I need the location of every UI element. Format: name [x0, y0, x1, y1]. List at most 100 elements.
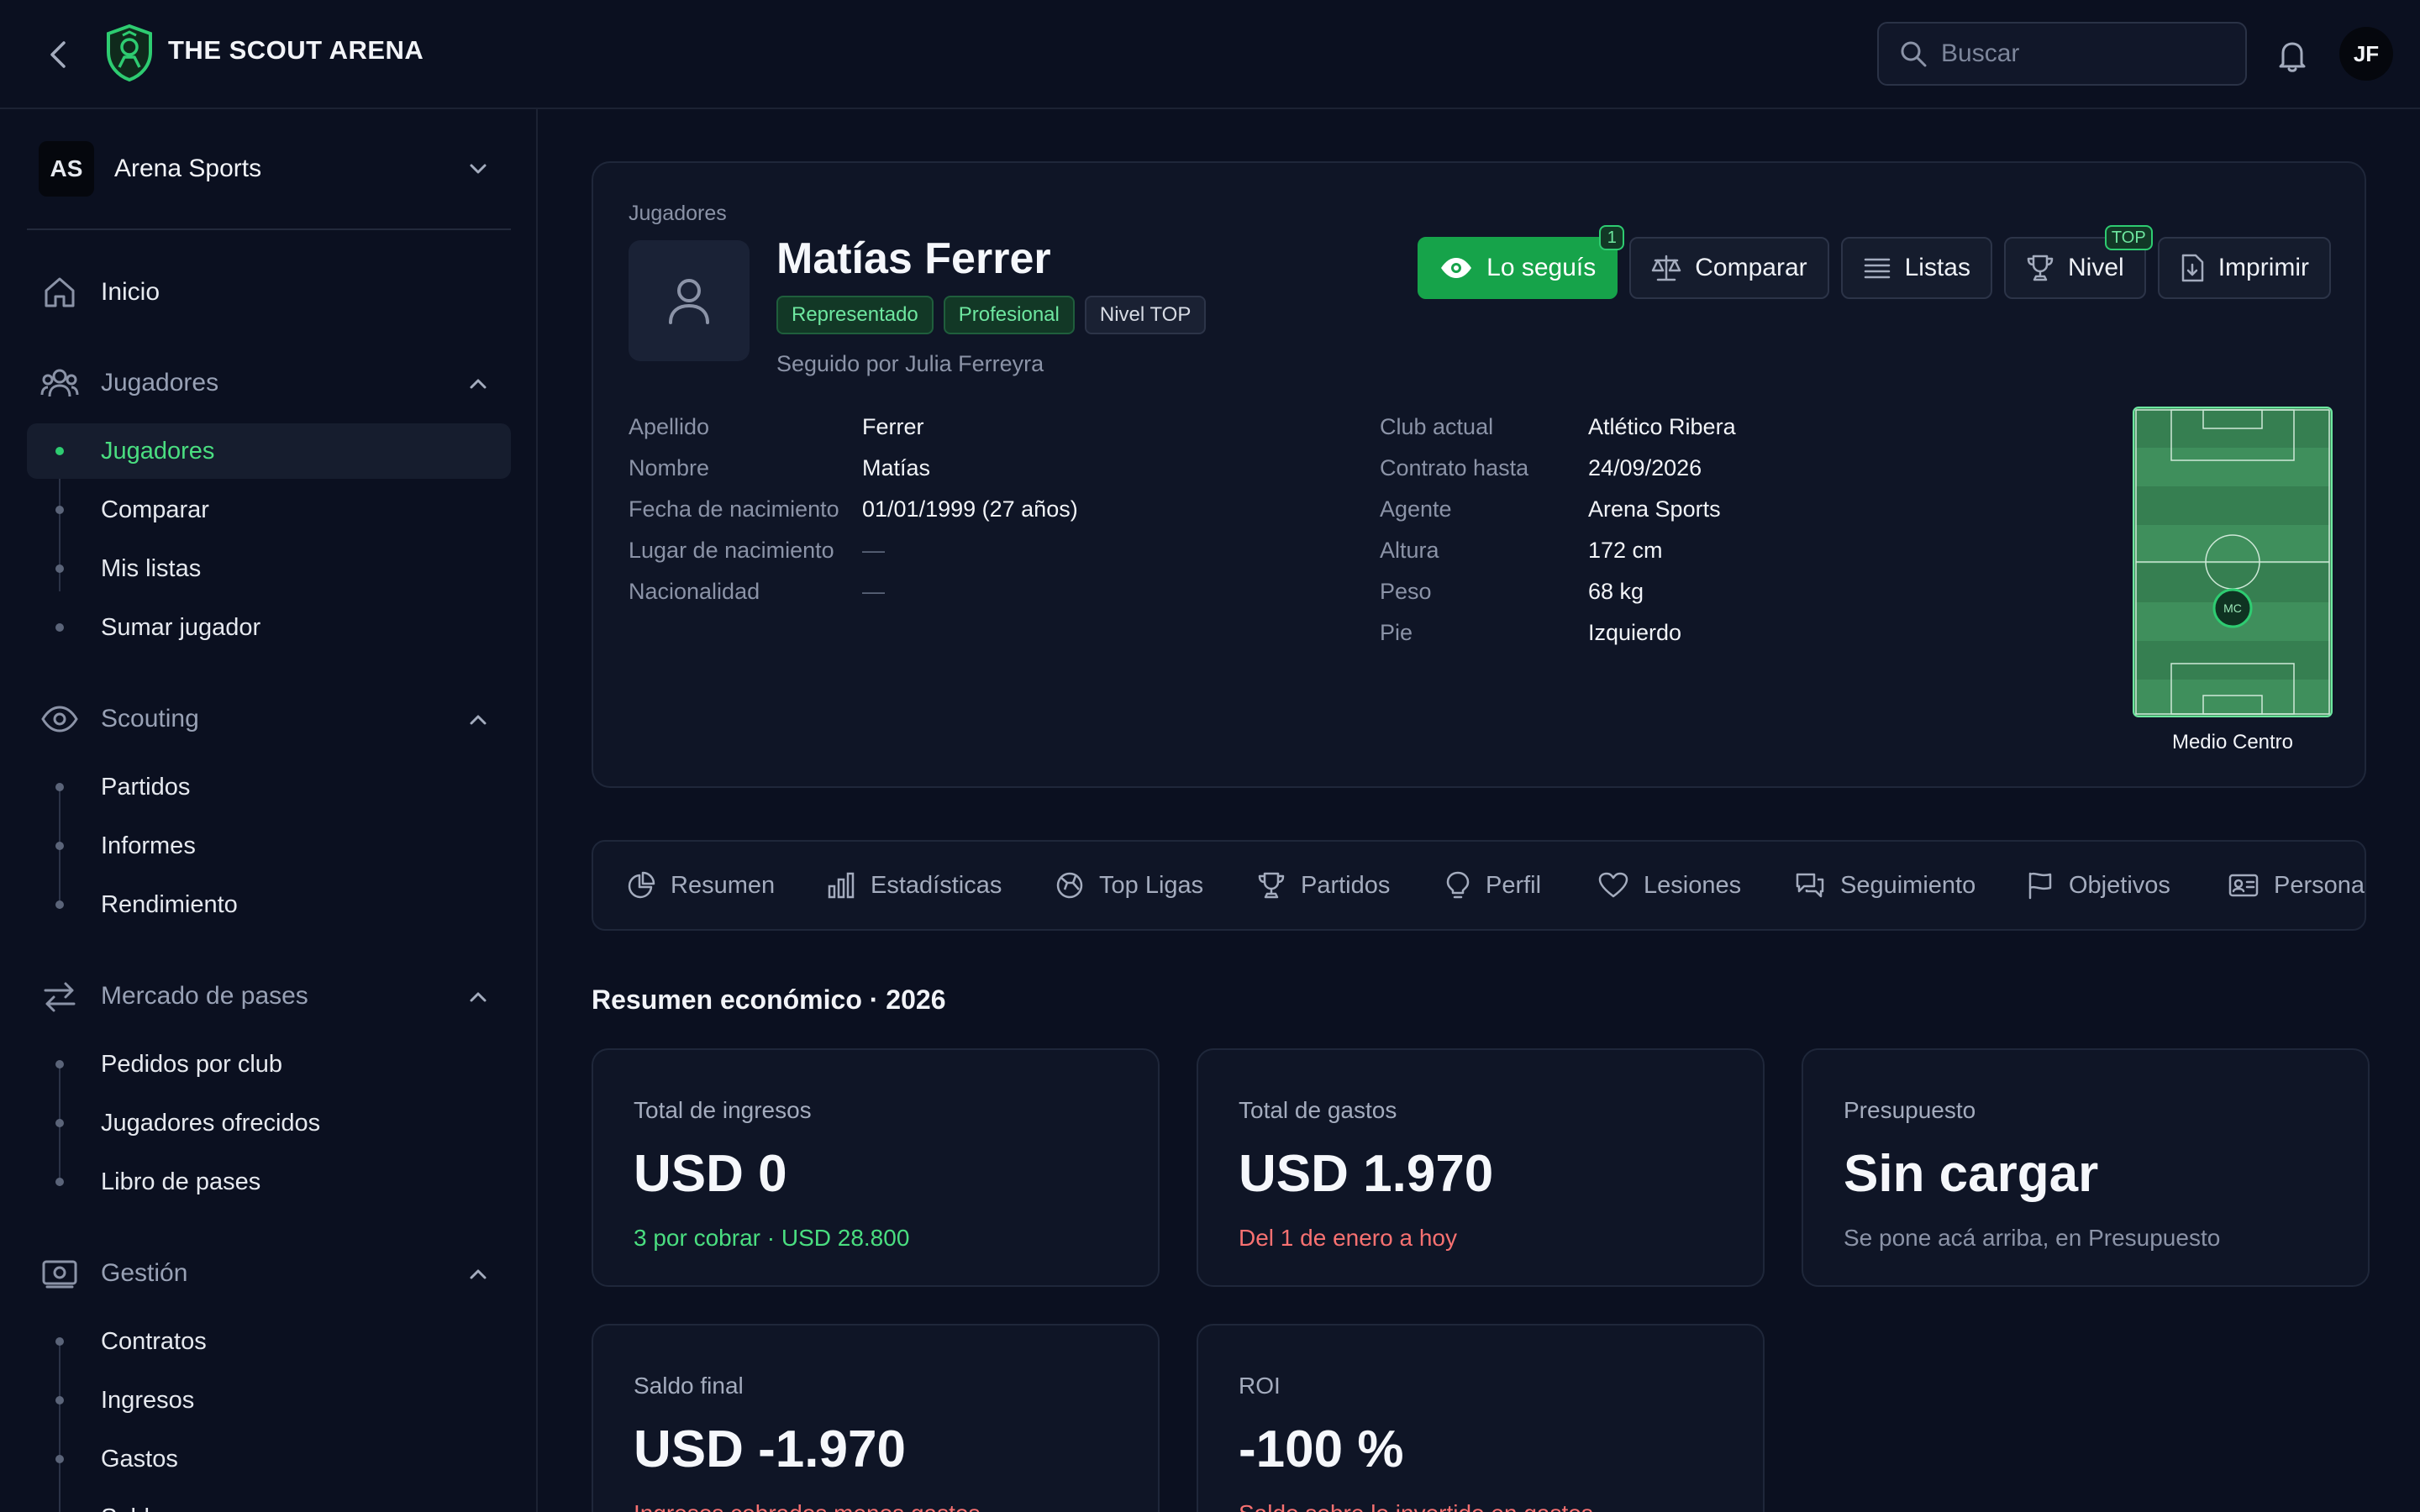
print-button[interactable]: Imprimir: [2157, 237, 2331, 299]
tab-lesiones[interactable]: Lesiones: [1598, 842, 1741, 929]
sidebar-item-saldos[interactable]: Saldos: [27, 1490, 511, 1512]
info-key: Nombre: [629, 455, 710, 480]
info-row-contrato-hasta: Contrato hasta 24/09/2026: [1380, 448, 2052, 489]
list-icon: [1863, 255, 1891, 281]
sidebar-item-label: Sumar jugador: [101, 613, 261, 641]
sidebar-item-mis-listas[interactable]: Mis listas: [27, 541, 511, 596]
bell-icon[interactable]: [2274, 37, 2311, 74]
heart-icon: [1598, 872, 1628, 899]
tab-estadisticas[interactable]: Estadísticas: [827, 842, 1002, 929]
info-key: Fecha de nacimiento: [629, 496, 839, 522]
sidebar-item-rendimiento[interactable]: Rendimiento: [27, 877, 511, 932]
sidebar-item-label: Partidos: [101, 773, 191, 801]
nav-section-gestion-label: Gestión: [101, 1259, 188, 1287]
tab-partidos[interactable]: Partidos: [1257, 842, 1390, 929]
org-selector[interactable]: AS Arena Sports: [27, 133, 511, 205]
card-value: USD 1.970: [1239, 1145, 1494, 1203]
info-value: Ferrer: [862, 414, 924, 439]
sidebar-item-informes[interactable]: Informes: [27, 818, 511, 874]
level-button[interactable]: Nivel TOP: [2004, 225, 2153, 299]
position-label: Medio Centro: [2171, 731, 2294, 753]
search-box[interactable]: [1877, 22, 2247, 86]
org-badge: AS: [39, 141, 94, 197]
info-row-peso: Peso 68 kg: [1380, 571, 2052, 612]
info-row-club-actual: Club actual Atlético Ribera: [1380, 407, 2052, 448]
level-label: Nivel: [2068, 254, 2124, 281]
tab-label: Objetivos: [2069, 871, 2170, 899]
card-subtitle[interactable]: 3 por cobrar · USD 28.800: [634, 1225, 909, 1252]
tab-label: Resumen: [671, 871, 776, 899]
print-label: Imprimir: [2217, 254, 2309, 281]
sidebar-item-jugadores[interactable]: Jugadores: [27, 423, 511, 479]
player-actions: Lo seguís 1 Comparar Listas Nivel TOP Im…: [1418, 225, 2331, 299]
sidebar-item-pedidos-por-club[interactable]: Pedidos por club: [27, 1037, 511, 1092]
info-row-apellido: Apellido Ferrer: [629, 407, 1351, 448]
sidebar-item-libro-de-pases[interactable]: Libro de pases: [27, 1154, 511, 1210]
nav-section-scouting[interactable]: Scouting: [27, 690, 511, 748]
card-roi: ROI -100 % Saldo sobre lo invertido en g…: [1197, 1324, 1765, 1512]
chevron-down-icon: [470, 164, 487, 174]
bullet-icon: [55, 783, 64, 791]
tab-objetivos[interactable]: Objetivos: [2027, 842, 2170, 929]
nav-section-jugadores-label: Jugadores: [101, 369, 219, 396]
user-avatar[interactable]: JF: [2339, 27, 2393, 81]
info-row-nombre: Nombre Matías: [629, 448, 1351, 489]
tab-personal[interactable]: Personal: [2228, 842, 2365, 929]
info-key: Contrato hasta: [1380, 455, 1529, 480]
shield-logo-icon[interactable]: [104, 24, 155, 82]
nav-inicio[interactable]: Inicio: [27, 264, 511, 321]
card-value: USD -1.970: [634, 1420, 906, 1478]
sidebar-item-label: Libro de pases: [101, 1168, 261, 1195]
tab-top-ligas[interactable]: Top Ligas: [1055, 842, 1203, 929]
sidebar-item-comparar[interactable]: Comparar: [27, 482, 511, 538]
users-icon: [39, 362, 81, 404]
info-value: Matías: [862, 455, 931, 480]
card-subtitle: Del 1 de enero a hoy: [1239, 1225, 1457, 1251]
tab-label: Lesiones: [1644, 871, 1742, 899]
lists-button[interactable]: Listas: [1840, 237, 1992, 299]
follow-button[interactable]: Lo seguís 1: [1418, 225, 1625, 299]
back-arrow-icon[interactable]: [42, 38, 76, 71]
bullet-icon: [55, 842, 64, 850]
profile-tabs: Resumen Estadísticas Top Ligas Partidos …: [592, 840, 2366, 931]
nav-section-gestion[interactable]: Gestión: [27, 1245, 511, 1302]
follow-label: Lo seguís: [1486, 254, 1597, 281]
sidebar-item-jugadores-ofrecidos[interactable]: Jugadores ofrecidos: [27, 1095, 511, 1151]
info-value: 24/09/2026: [1588, 455, 1702, 480]
sidebar-item-label: Contratos: [101, 1327, 207, 1355]
card-value: USD 0: [634, 1145, 787, 1203]
sidebar-item-label: Informes: [101, 832, 196, 859]
chat-bubbles-icon: [1795, 871, 1825, 900]
nav-section-jugadores[interactable]: Jugadores: [27, 354, 511, 412]
info-value: 172 cm: [1588, 538, 1663, 563]
compare-button[interactable]: Comparar: [1629, 237, 1829, 299]
chip-profesional: Profesional: [943, 296, 1075, 334]
nav-section-mercado-de-pases[interactable]: Mercado de pases: [27, 968, 511, 1025]
info-key: Apellido: [629, 414, 710, 439]
eye-icon: [39, 698, 81, 740]
user-icon: [669, 279, 709, 324]
breadcrumb[interactable]: Jugadores: [629, 202, 727, 226]
sidebar-item-sumar-jugador[interactable]: Sumar jugador: [27, 600, 511, 655]
scale-icon: [1651, 254, 1681, 282]
sidebar-item-gastos[interactable]: Gastos: [27, 1431, 511, 1487]
search-input[interactable]: [1941, 39, 2227, 68]
sidebar-item-partidos[interactable]: Partidos: [27, 759, 511, 815]
player-avatar: [629, 240, 750, 361]
sidebar-item-ingresos[interactable]: Ingresos: [27, 1373, 511, 1428]
info-value: Arena Sports: [1588, 496, 1721, 522]
player-profile-card: Jugadores Matías Ferrer Representado Pro…: [592, 161, 2366, 788]
trophy-icon: [2026, 254, 2054, 282]
chevron-up-icon: [470, 715, 487, 725]
tab-perfil[interactable]: Perfil: [1445, 842, 1541, 929]
compare-label: Comparar: [1695, 254, 1807, 281]
trophy-icon: [1257, 871, 1286, 900]
transfer-arrows-icon: [39, 975, 81, 1017]
player-info-left: Apellido Ferrer Nombre Matías Fecha de nac…: [629, 407, 1351, 612]
sidebar-item-contratos[interactable]: Contratos: [27, 1314, 511, 1369]
tab-resumen[interactable]: Resumen: [627, 842, 775, 929]
id-card-icon: [2228, 873, 2259, 898]
bullet-icon: [55, 1337, 64, 1346]
tab-seguimiento[interactable]: Seguimiento: [1795, 842, 1975, 929]
pie-chart-icon: [627, 871, 655, 900]
